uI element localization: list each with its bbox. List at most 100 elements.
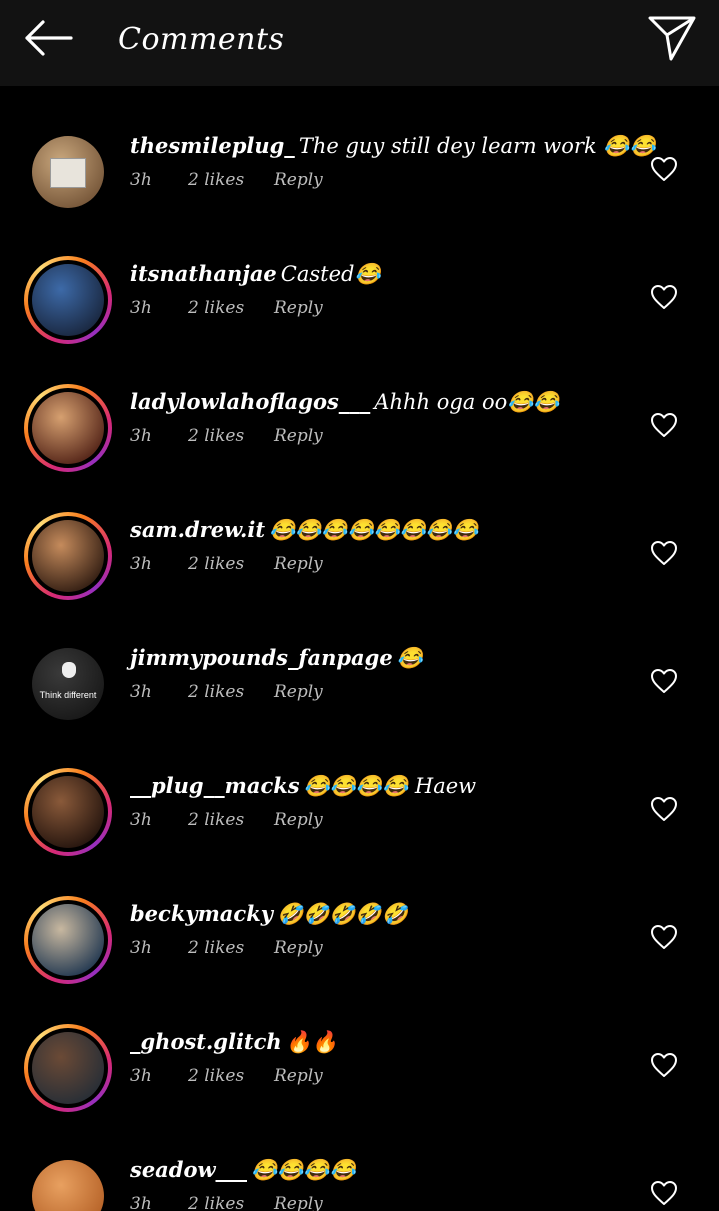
comment-username[interactable]: sam.drew.it xyxy=(130,517,265,542)
comment-item: beckymacky 🤣🤣🤣🤣🤣 3h 2 likes Reply xyxy=(0,854,719,984)
reply-button[interactable]: Reply xyxy=(274,1192,323,1211)
page-title: Comments xyxy=(118,22,285,57)
reply-button[interactable]: Reply xyxy=(274,680,323,704)
comment-meta: 3h 2 likes Reply xyxy=(130,680,630,704)
comment-username[interactable]: ladylowlahoflagos___ xyxy=(130,389,370,414)
comment-time: 3h xyxy=(130,1066,152,1086)
comment-likes[interactable]: 2 likes xyxy=(188,936,274,960)
reply-button[interactable]: Reply xyxy=(274,808,323,832)
comment-time: 3h xyxy=(130,1194,152,1211)
like-button[interactable] xyxy=(648,922,680,952)
comment-time: 3h xyxy=(130,298,152,318)
comment-text: Ahhh oga oo😂😂 xyxy=(374,390,560,414)
like-button[interactable] xyxy=(648,666,680,696)
avatar-ring[interactable] xyxy=(24,128,112,216)
comment-meta: 3h 2 likes Reply xyxy=(130,808,630,832)
comment-likes[interactable]: 2 likes xyxy=(188,424,274,448)
like-button[interactable] xyxy=(648,1178,680,1208)
comment-line: thesmileplug_ The guy still dey learn wor… xyxy=(130,130,656,162)
comment-username[interactable]: beckymacky xyxy=(130,901,273,926)
comment-likes[interactable]: 2 likes xyxy=(188,808,274,832)
comment-body: ladylowlahoflagos___ Ahhh oga oo😂😂 3h 2 lik… xyxy=(130,386,630,448)
comment-line: itsnathanjae Casted😂 xyxy=(130,258,630,290)
comment-text: Casted😂 xyxy=(280,262,381,286)
comment-item: _ghost.glitch 🔥🔥 3h 2 likes Reply xyxy=(0,982,719,1112)
avatar[interactable] xyxy=(32,520,104,592)
heart-outline-icon xyxy=(651,1181,677,1205)
comment-username[interactable]: itsnathanjae xyxy=(130,261,277,286)
like-button[interactable] xyxy=(648,154,680,184)
avatar-ring[interactable] xyxy=(24,896,112,984)
avatar[interactable] xyxy=(32,1032,104,1104)
like-button[interactable] xyxy=(648,282,680,312)
comment-body: thesmileplug_ The guy still dey learn wor… xyxy=(130,130,656,192)
comment-text: 😂😂😂😂 xyxy=(251,1158,356,1182)
envelope-icon xyxy=(50,158,86,188)
heart-outline-icon xyxy=(651,669,677,693)
paper-plane-icon xyxy=(648,16,696,61)
avatar-ring[interactable] xyxy=(24,384,112,472)
comment-meta: 3h 2 likes Reply xyxy=(130,936,630,960)
like-button[interactable] xyxy=(648,538,680,568)
avatar[interactable] xyxy=(32,136,104,208)
comment-username[interactable]: thesmileplug_ xyxy=(130,133,295,158)
heart-outline-icon xyxy=(651,925,677,949)
reply-button[interactable]: Reply xyxy=(274,296,323,320)
comment-line: beckymacky 🤣🤣🤣🤣🤣 xyxy=(130,898,630,930)
avatar-ring[interactable] xyxy=(24,1152,112,1211)
share-button[interactable] xyxy=(644,12,700,64)
comment-time: 3h xyxy=(130,426,152,446)
comment-line: __plug__macks 😂😂😂😂 Haew xyxy=(130,770,630,802)
avatar-ring[interactable]: Think different xyxy=(24,640,112,728)
avatar[interactable] xyxy=(32,264,104,336)
apple-logo-icon xyxy=(62,662,76,678)
comment-text: 😂😂😂😂😂😂😂😂 xyxy=(269,518,479,542)
reply-button[interactable]: Reply xyxy=(274,1064,323,1088)
avatar[interactable] xyxy=(32,1160,104,1211)
comment-time: 3h xyxy=(130,938,152,958)
comment-likes[interactable]: 2 likes xyxy=(188,296,274,320)
avatar-ring[interactable] xyxy=(24,512,112,600)
reply-button[interactable]: Reply xyxy=(274,936,323,960)
heart-outline-icon xyxy=(651,413,677,437)
comment-meta: 3h 2 likes Reply xyxy=(130,1192,630,1211)
comment-likes[interactable]: 2 likes xyxy=(188,1064,274,1088)
avatar[interactable] xyxy=(32,392,104,464)
comment-list: thesmileplug_ The guy still dey learn wor… xyxy=(0,86,719,1211)
comment-time: 3h xyxy=(130,554,152,574)
like-button[interactable] xyxy=(648,410,680,440)
avatar-ring[interactable] xyxy=(24,1024,112,1112)
comment-likes[interactable]: 2 likes xyxy=(188,168,274,192)
comment-likes[interactable]: 2 likes xyxy=(188,1192,274,1211)
comment-body: beckymacky 🤣🤣🤣🤣🤣 3h 2 likes Reply xyxy=(130,898,630,960)
avatar-ring[interactable] xyxy=(24,768,112,856)
comment-username[interactable]: jimmypounds_fanpage xyxy=(130,645,393,670)
heart-outline-icon xyxy=(651,541,677,565)
heart-outline-icon xyxy=(651,157,677,181)
avatar[interactable]: Think different xyxy=(32,648,104,720)
comment-text: 🔥🔥 xyxy=(285,1030,338,1054)
comment-username[interactable]: _ghost.glitch xyxy=(130,1029,282,1054)
comment-item: seadow___ 😂😂😂😂 3h 2 likes Reply xyxy=(0,1110,719,1211)
comment-body: seadow___ 😂😂😂😂 3h 2 likes Reply xyxy=(130,1154,630,1211)
like-button[interactable] xyxy=(648,794,680,824)
avatar-ring[interactable] xyxy=(24,256,112,344)
comment-username[interactable]: __plug__macks xyxy=(130,773,300,798)
like-button[interactable] xyxy=(648,1050,680,1080)
comment-meta: 3h 2 likes Reply xyxy=(130,1064,630,1088)
comment-likes[interactable]: 2 likes xyxy=(188,552,274,576)
arrow-left-icon xyxy=(25,20,73,56)
reply-button[interactable]: Reply xyxy=(274,552,323,576)
comment-meta: 3h 2 likes Reply xyxy=(130,552,630,576)
back-button[interactable] xyxy=(22,16,74,60)
comment-time: 3h xyxy=(130,682,152,702)
avatar[interactable] xyxy=(32,776,104,848)
comment-body: __plug__macks 😂😂😂😂 Haew 3h 2 likes Reply xyxy=(130,770,630,832)
comment-likes[interactable]: 2 likes xyxy=(188,680,274,704)
comment-text: 🤣🤣🤣🤣🤣 xyxy=(276,902,408,926)
reply-button[interactable]: Reply xyxy=(274,424,323,448)
reply-button[interactable]: Reply xyxy=(274,168,323,192)
comment-meta: 3h 2 likes Reply xyxy=(130,296,630,320)
avatar[interactable] xyxy=(32,904,104,976)
comment-username[interactable]: seadow___ xyxy=(130,1157,247,1182)
